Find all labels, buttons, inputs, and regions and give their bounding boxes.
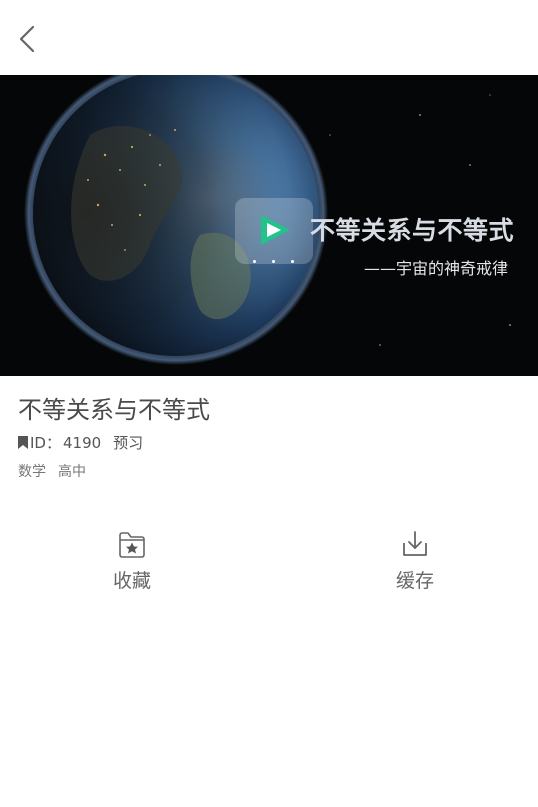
favorite-label: 收藏 [112,570,151,592]
subject-tag: 数学 [18,464,46,480]
back-button[interactable] [12,22,46,56]
resource-meta: ID： 4190 预习 [18,432,143,452]
id-label: ID： [30,434,61,452]
bookmark-icon [18,436,28,449]
video-subtitle: ——宇宙的神奇戒律 [364,259,509,278]
play-logo-icon [261,215,290,245]
indicator-dot [291,260,294,263]
slide-indicator [253,260,297,264]
type-tag: 预习 [113,434,144,452]
resource-title: 不等关系与不等式 [18,396,210,424]
top-bar [0,0,538,75]
cache-label: 缓存 [395,570,434,592]
indicator-dot [272,260,275,263]
id-value: 4190 [62,434,102,452]
download-tray-icon [403,531,427,556]
cache-button[interactable]: 缓存 [375,528,455,592]
favorite-folder-icon [119,532,145,558]
video-title: 不等关系与不等式 [310,216,515,245]
chevron-left-icon [19,25,35,53]
grade-tag: 高中 [58,464,86,480]
video-player[interactable]: 不等关系与不等式 ——宇宙的神奇戒律 [0,75,538,376]
play-button[interactable] [235,198,313,264]
favorite-button[interactable]: 收藏 [92,528,172,592]
subject-tags: 数学 高中 [18,461,86,481]
indicator-dot [253,260,256,263]
